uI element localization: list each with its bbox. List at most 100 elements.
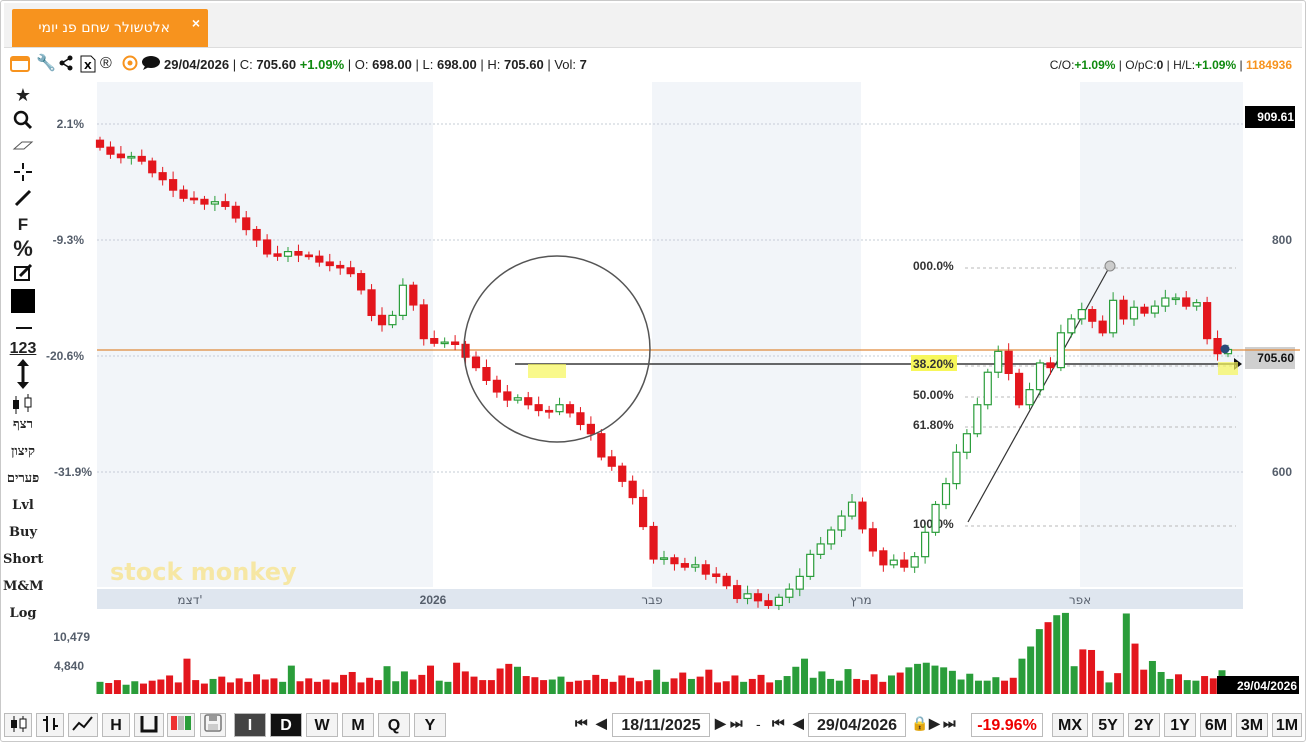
candle-body: [868, 528, 877, 552]
range-5y[interactable]: 5Y: [1092, 713, 1124, 737]
candle-body: [1035, 362, 1045, 391]
candle-body: [127, 155, 136, 159]
volume-bar: [461, 671, 469, 694]
candle-body: [471, 356, 481, 369]
volume-bar: [1088, 649, 1096, 694]
candle-body: [1098, 320, 1107, 334]
color-bars-button[interactable]: [167, 713, 195, 737]
volume-bar: [974, 680, 982, 694]
range-max[interactable]: MX: [1052, 713, 1088, 737]
start-next-icon[interactable]: ▶: [715, 715, 726, 732]
interval-daily[interactable]: D: [270, 713, 302, 737]
interval-yearly[interactable]: Y: [414, 713, 446, 737]
start-date-field[interactable]: 18/11/2025: [612, 713, 710, 737]
save-icon: [204, 714, 222, 732]
end-date-field[interactable]: 29/04/2026: [808, 713, 906, 737]
volume-bar: [835, 680, 843, 694]
candle-body: [1150, 305, 1159, 314]
hlc-type-button[interactable]: H: [102, 713, 130, 737]
volume-bar: [435, 680, 443, 694]
candle: [983, 368, 992, 410]
volume-bar: [1018, 658, 1026, 694]
candle-body: [743, 593, 752, 600]
end-prev-icon[interactable]: ◀: [793, 715, 804, 732]
candle: [367, 284, 376, 322]
volume-bar: [427, 665, 435, 694]
volume-bar: [1131, 643, 1139, 694]
candle-body: [659, 557, 669, 560]
end-last-icon[interactable]: ⏭: [943, 715, 955, 732]
volume-bar: [983, 680, 991, 694]
candlestick-type-button[interactable]: [4, 713, 32, 737]
price-chart[interactable]: 2.1% -9.3% -20.6% -31.9% 909.61 800 600 …: [0, 0, 1304, 700]
range-6m[interactable]: 6M: [1200, 713, 1232, 737]
interval-monthly[interactable]: M: [342, 713, 374, 737]
volume-bar: [400, 671, 408, 694]
candle-body: [524, 397, 533, 406]
fib-anchor-top[interactable]: [1104, 260, 1116, 272]
ohlc-type-button[interactable]: [36, 713, 64, 737]
candle: [1035, 359, 1045, 396]
range-2y[interactable]: 2Y: [1128, 713, 1160, 737]
candle-body: [545, 409, 554, 413]
end-next-icon[interactable]: ▶: [929, 715, 940, 732]
volume-bar: [374, 680, 382, 694]
color-bars-icon: [171, 716, 191, 730]
volume-bar: [235, 678, 243, 694]
month-label: 2026: [420, 593, 447, 607]
candle-body: [889, 559, 898, 566]
volume-bar: [1192, 680, 1200, 694]
volume-bar: [922, 662, 930, 694]
candle-body: [304, 254, 313, 258]
lock-icon[interactable]: 🔒: [911, 715, 929, 732]
candle-body: [1004, 350, 1013, 374]
candle-body: [440, 341, 449, 345]
candle-body: [189, 197, 199, 201]
volume-bar: [1175, 674, 1183, 694]
candle-body: [1046, 362, 1055, 369]
volume-bar: [270, 678, 278, 694]
candle-body: [346, 267, 355, 275]
interval-weekly[interactable]: W: [306, 713, 338, 737]
range-3m[interactable]: 3M: [1236, 713, 1268, 737]
candle-body: [858, 501, 867, 530]
candle-body: [670, 557, 679, 565]
volume-bar: [479, 680, 487, 694]
end-first-icon[interactable]: ⏮: [772, 715, 784, 732]
volume-bar: [679, 672, 687, 694]
candle-body: [95, 139, 105, 148]
save-button[interactable]: [200, 713, 226, 737]
area-type-button[interactable]: [134, 713, 164, 737]
volume-bar: [244, 681, 252, 694]
candle-body: [116, 153, 125, 159]
range-1y[interactable]: 1Y: [1164, 713, 1196, 737]
volume-bar: [322, 679, 330, 694]
candle-body: [513, 397, 522, 401]
volume-bar: [1122, 613, 1130, 694]
annotation-highlight: [528, 364, 566, 378]
candle-body: [273, 253, 282, 257]
interval-intraday[interactable]: I: [234, 713, 266, 737]
volume-bar: [253, 674, 261, 694]
volume-bar: [714, 682, 722, 694]
candle-body: [482, 367, 491, 381]
volume-bar: [609, 681, 617, 694]
line-type-button[interactable]: [68, 713, 98, 737]
volume-date: 29/04/2026: [1237, 679, 1297, 693]
volume-bar: [131, 681, 139, 694]
candle-body: [639, 496, 648, 528]
interval-quarterly[interactable]: Q: [378, 713, 410, 737]
price-axis: 909.61 800 600 705.60: [1245, 106, 1295, 479]
month-label: מרץ: [850, 593, 871, 607]
candle-body: [565, 404, 575, 414]
volume-bar: [931, 665, 939, 694]
start-last-icon[interactable]: ⏭: [730, 715, 742, 732]
candle-body: [106, 146, 115, 155]
start-first-icon[interactable]: ⏮: [575, 715, 587, 732]
candle-body: [179, 189, 188, 199]
volume-bar: [705, 669, 713, 694]
candle-body: [534, 404, 543, 412]
range-1m[interactable]: 1M: [1272, 713, 1302, 737]
start-prev-icon[interactable]: ◀: [596, 715, 607, 732]
ohlc-icon: [43, 716, 58, 732]
